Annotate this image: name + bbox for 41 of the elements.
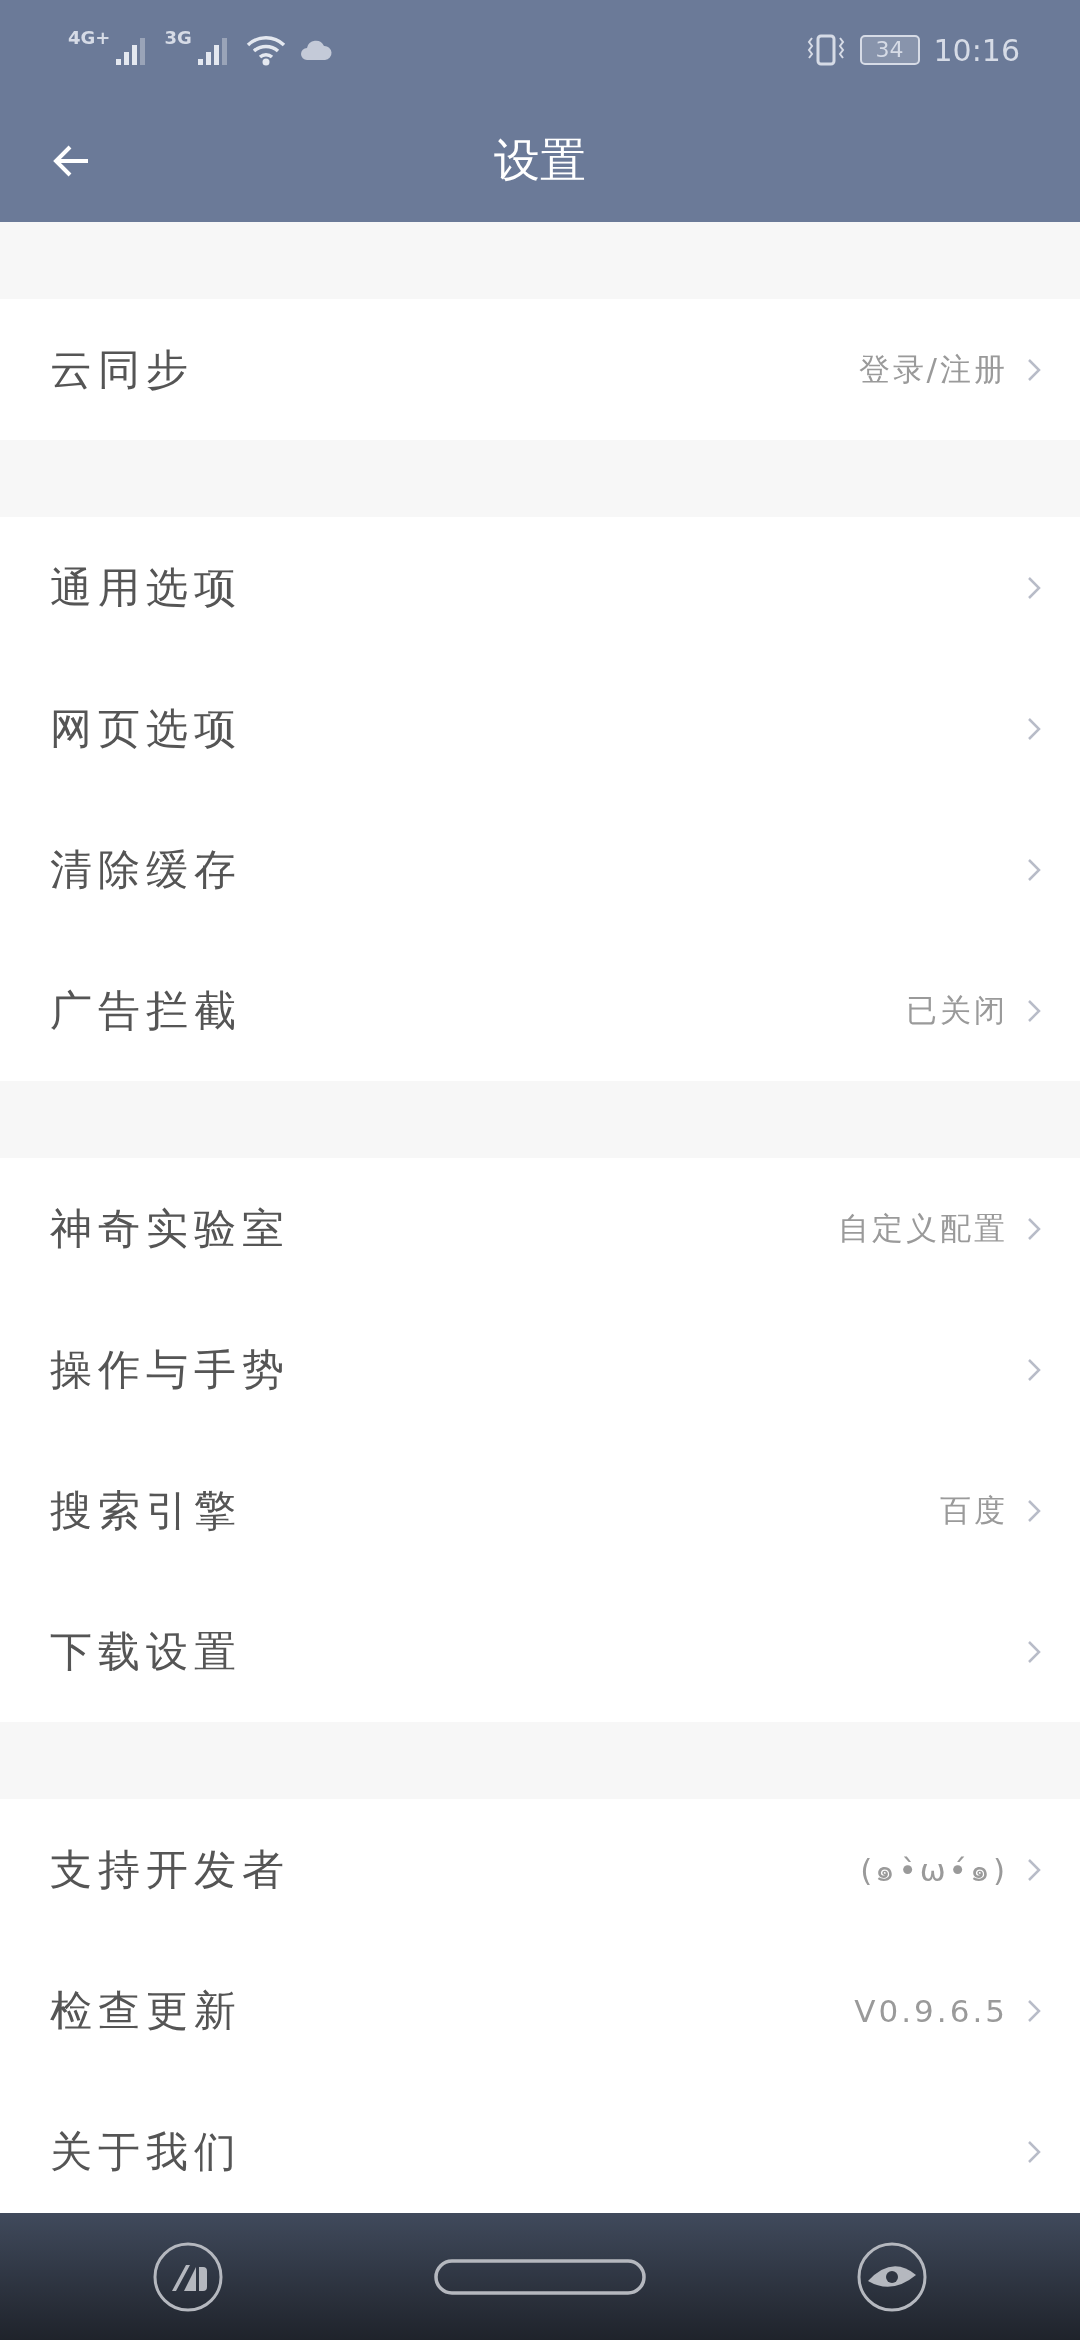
row-label: 下载设置 bbox=[50, 1625, 242, 1678]
row-label: 支持开发者 bbox=[50, 1843, 290, 1896]
chevron-icon bbox=[1026, 1356, 1042, 1383]
eye-icon[interactable] bbox=[856, 2240, 928, 2313]
home-bar[interactable] bbox=[434, 2258, 646, 2295]
wifi-icon bbox=[245, 34, 286, 66]
row-label: 神奇实验室 bbox=[50, 1202, 290, 1255]
chevron-icon bbox=[1026, 997, 1042, 1024]
chevron-icon bbox=[1026, 2138, 1042, 2165]
row-label: 操作与手势 bbox=[50, 1343, 290, 1396]
chevron-icon bbox=[1026, 574, 1042, 601]
page-title: 设置 bbox=[494, 132, 586, 189]
row-value: 自定义配置 bbox=[838, 1208, 1008, 1248]
chevron-icon bbox=[1026, 1638, 1042, 1665]
chevron-icon bbox=[1026, 1215, 1042, 1242]
chevron-icon bbox=[1026, 1997, 1042, 2024]
row-label: 检查更新 bbox=[50, 1984, 242, 2037]
row-value: 已关闭 bbox=[906, 990, 1008, 1030]
clock-time: 10:16 bbox=[933, 32, 1020, 68]
cloud-icon bbox=[299, 39, 332, 61]
row-value: (๑•̀ω•́๑) bbox=[860, 1850, 1008, 1890]
app-icon[interactable] bbox=[152, 2240, 224, 2313]
chevron-icon bbox=[1026, 856, 1042, 883]
row-label: 搜索引擎 bbox=[50, 1484, 242, 1537]
chevron-icon bbox=[1026, 1497, 1042, 1524]
row-label: 云同步 bbox=[50, 343, 194, 396]
row-value: 登录/注册 bbox=[858, 349, 1008, 389]
network-type: 3G bbox=[164, 27, 192, 48]
chevron-icon bbox=[1026, 1856, 1042, 1883]
row-label: 通用选项 bbox=[50, 561, 242, 614]
row-label: 广告拦截 bbox=[50, 984, 242, 1037]
chevron-icon bbox=[1026, 715, 1042, 742]
row-value: 百度 bbox=[940, 1490, 1008, 1530]
network-type: 4G+ bbox=[68, 27, 111, 48]
row-value: V0.9.6.5 bbox=[854, 1992, 1008, 2029]
battery-level: 34 bbox=[859, 35, 920, 65]
row-label: 网页选项 bbox=[50, 702, 242, 755]
row-label: 关于我们 bbox=[50, 2125, 242, 2178]
vibrate-icon bbox=[805, 34, 846, 66]
row-label: 清除缓存 bbox=[50, 843, 242, 896]
chevron-icon bbox=[1026, 356, 1042, 383]
